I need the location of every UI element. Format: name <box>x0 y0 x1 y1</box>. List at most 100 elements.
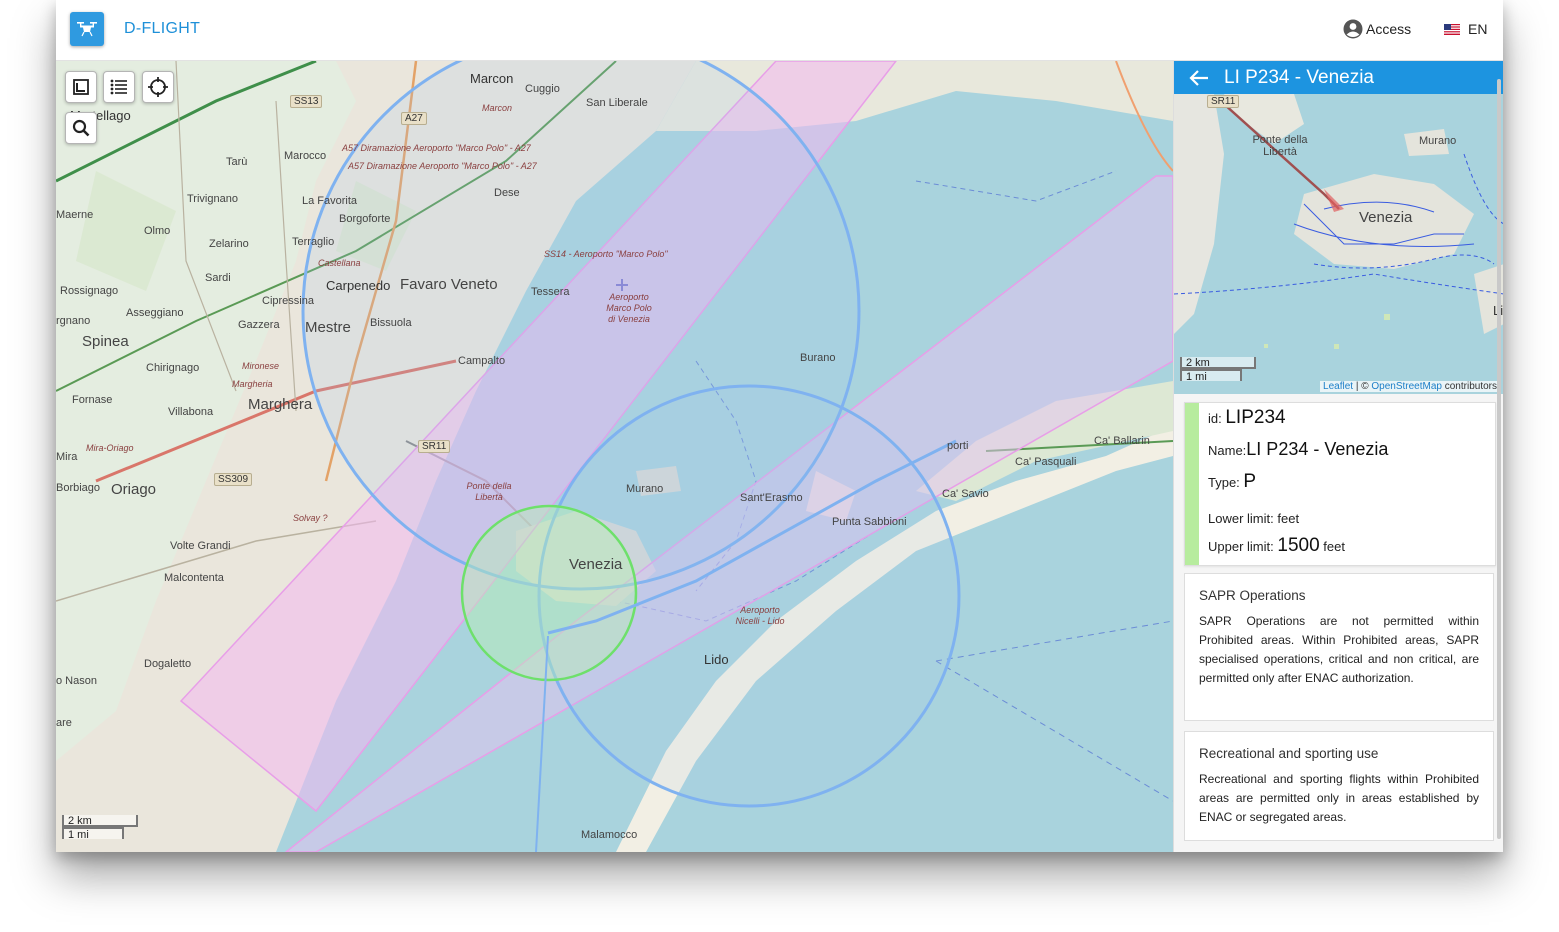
map-label-cuggio: Cuggio <box>525 83 560 95</box>
zone-color-stripe <box>1185 403 1199 565</box>
map-label-marcon: Marcon <box>470 71 514 86</box>
name-label: Name: <box>1208 443 1247 458</box>
layers-icon <box>73 79 89 95</box>
road-badge-ss13: SS13 <box>290 95 323 108</box>
panel-scrollbar[interactable] <box>1497 79 1501 839</box>
top-bar: D-FLIGHT Access EN <box>56 0 1503 61</box>
map-label-margheria: Margheria <box>232 379 273 389</box>
map-label-ponte-liberta: Ponte della Libertà <box>466 481 512 502</box>
search-button[interactable] <box>65 112 97 144</box>
map-label-fornase: Fornase <box>72 394 113 406</box>
mini-map-scale: 2 km 1 mi <box>1180 357 1256 383</box>
map-label-santerasmo: Sant'Erasmo <box>740 492 803 504</box>
map-canvas <box>56 61 1173 852</box>
access-button[interactable]: Access <box>1343 19 1411 39</box>
locate-button[interactable] <box>142 71 174 103</box>
map-label-asseggiano: Asseggiano <box>126 307 184 319</box>
map-label-porti: porti <box>947 440 969 452</box>
id-value: LIP234 <box>1225 407 1286 428</box>
access-label: Access <box>1366 21 1412 37</box>
mini-label-venezia: Venezia <box>1359 209 1413 226</box>
zone-detail-panel: LI P234 - Venezia SR11 Ponte della Liber… <box>1173 61 1503 852</box>
type-value: P <box>1243 471 1257 492</box>
rule-title: Recreational and sporting use <box>1199 746 1379 761</box>
list-button[interactable] <box>103 71 135 103</box>
attribution-contributors: contributors <box>1441 381 1497 392</box>
us-flag-icon <box>1444 23 1460 35</box>
info-id: id: LIP234 <box>1208 407 1286 429</box>
map-label-volte-grandi: Volte Grandi <box>170 540 231 552</box>
map-label-ca-pasquali: Ca' Pasquali <box>1015 456 1077 468</box>
locate-icon <box>148 77 168 97</box>
layers-button[interactable] <box>65 71 97 103</box>
road-badge-ss309: SS309 <box>214 473 253 486</box>
rule-card-sapr: SAPR Operations SAPR Operations are not … <box>1184 573 1494 721</box>
map-scale: 2 km 1 mi <box>62 815 138 841</box>
list-icon <box>110 79 127 95</box>
map-label-oriago: Oriago <box>111 481 157 498</box>
map-label-punta-sabbioni: Punta Sabbioni <box>832 516 907 528</box>
mini-label-murano: Murano <box>1419 135 1457 147</box>
map-label-chirignago: Chirignago <box>146 362 200 374</box>
scale-mi: 1 mi <box>62 827 124 841</box>
map-label-mira: Mira <box>56 451 78 463</box>
mini-label-ponte: Ponte della Libertà <box>1252 134 1308 158</box>
mini-map[interactable]: SR11 Ponte della Libertà Murano Venezia … <box>1174 94 1503 394</box>
map-label-terraglio: Terraglio <box>292 236 335 248</box>
map-label-a57-1: A57 Diramazione Aeroporto "Marco Polo" -… <box>342 143 531 153</box>
map-label-san-liberale: San Liberale <box>586 97 648 109</box>
mini-scale-km: 2 km <box>1180 357 1256 369</box>
type-label: Type: <box>1208 475 1240 490</box>
map-label-la-favorita: La Favorita <box>302 195 358 207</box>
attribution-separator: | © <box>1353 381 1372 392</box>
rule-card-recreational: Recreational and sporting use Recreation… <box>1184 731 1494 841</box>
scale-km: 2 km <box>62 815 138 827</box>
panel-header: LI P234 - Venezia <box>1174 61 1503 94</box>
rule-title: SAPR Operations <box>1199 588 1306 603</box>
zone-info-card: id: LIP234 Name:LI P234 - Venezia Type: … <box>1184 402 1496 566</box>
map-label-dese: Dese <box>494 187 520 199</box>
map-label-zelarino: Zelarino <box>209 238 249 250</box>
mini-road-badge-sr11: SR11 <box>1207 95 1240 108</box>
language-selector[interactable]: EN <box>1444 21 1487 37</box>
back-arrow-icon[interactable] <box>1188 67 1210 89</box>
osm-link[interactable]: OpenStreetMap <box>1371 381 1442 392</box>
map-label-borbiago: Borbiago <box>56 482 101 494</box>
map-label-carpenedo: Carpenedo <box>326 278 391 293</box>
app-window: D-FLIGHT Access EN Marcon Cuggio San Lib… <box>56 0 1503 852</box>
upper-limit-unit: feet <box>1323 539 1345 554</box>
map-attribution: Leaflet | © OpenStreetMap contributors <box>1320 381 1500 392</box>
map-label-ca-savio: Ca' Savio <box>942 488 989 500</box>
info-type: Type: P <box>1208 471 1256 493</box>
road-badge-a27: A27 <box>401 112 427 125</box>
map-label-bissuola: Bissuola <box>370 317 412 329</box>
map-label-malcontenta: Malcontenta <box>164 572 224 584</box>
lower-limit-unit: feet <box>1277 511 1300 526</box>
map-label-ss14: SS14 - Aeroporto "Marco Polo" <box>544 249 668 259</box>
upper-limit-label: Upper limit: <box>1208 539 1274 554</box>
map-label-villabona: Villabona <box>168 406 214 418</box>
map-label-solvay: Solvay ? <box>293 513 328 523</box>
search-icon <box>72 119 90 137</box>
map-label-marcon-it: Marcon <box>482 103 513 113</box>
road-badge-sr11: SR11 <box>418 440 451 453</box>
map-label-cipressina: Cipressina <box>262 295 314 307</box>
upper-limit-value: 1500 <box>1277 535 1320 556</box>
map-label-favaro-veneto: Favaro Veneto <box>400 276 498 293</box>
map-label-tessera: Tessera <box>531 286 570 298</box>
map-label-spinea: Spinea <box>82 333 129 350</box>
map-label-a57-2: A57 Diramazione Aeroporto "Marco Polo" -… <box>348 161 537 171</box>
rule-text: SAPR Operations are not permitted within… <box>1199 614 1479 685</box>
drone-logo-icon[interactable] <box>70 12 104 46</box>
info-name: Name:LI P234 - Venezia <box>1208 439 1388 460</box>
map-label-taru: Tarù <box>226 156 248 168</box>
map-label-campalto: Campalto <box>458 355 506 367</box>
main-map[interactable]: Marcon Cuggio San Liberale Martellago SS… <box>56 61 1173 852</box>
map-label-maerne: Maerne <box>56 209 94 221</box>
mini-scale-mi: 1 mi <box>1180 369 1242 383</box>
leaflet-link[interactable]: Leaflet <box>1323 381 1353 392</box>
map-label-mestre: Mestre <box>305 319 351 336</box>
map-label-airport-marco-polo: Aeroporto Marco Polo di Venezia <box>606 292 652 324</box>
map-label-trivignano: Trivignano <box>187 193 238 205</box>
app-title[interactable]: D-FLIGHT <box>124 20 200 38</box>
